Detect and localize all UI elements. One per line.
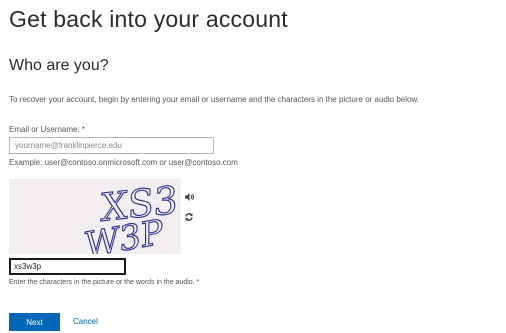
email-field-label: Email or Username: * [9,125,86,134]
refresh-icon[interactable] [183,211,195,223]
captcha-help-text: Enter the characters in the picture or t… [9,279,200,286]
captcha-image: XS3 W3P [9,179,181,254]
speaker-icon[interactable] [183,191,195,203]
page-subtitle: Who are you? [9,57,109,74]
email-field[interactable]: yourname@franklinpierce.edu [9,137,214,154]
account-recovery-page: Get back into your account Who are you? … [0,0,506,333]
email-example-text: Example: user@contoso.onmicrosoft.com or… [9,158,238,167]
captcha-input[interactable]: xs3w3p [9,258,126,275]
next-button[interactable]: Next [9,313,60,331]
captcha-svg: XS3 W3P [9,179,181,254]
instructions-text: To recover your account, begin by enteri… [9,95,420,104]
page-title: Get back into your account [9,6,288,32]
cancel-link[interactable]: Cancel [73,317,98,326]
